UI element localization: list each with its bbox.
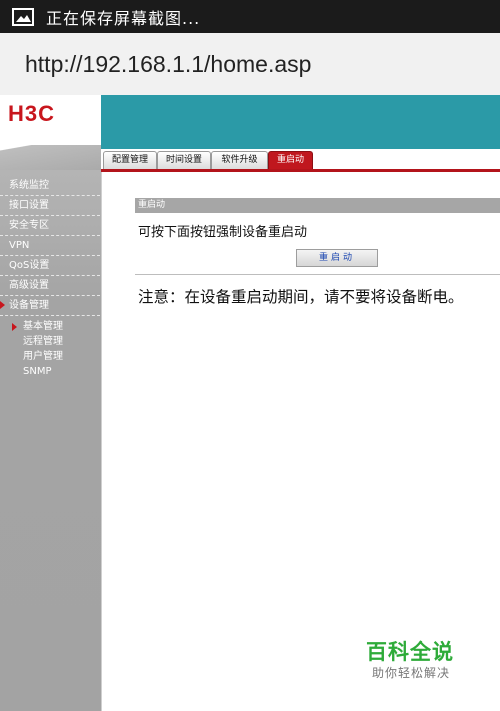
sidebar-item-advanced[interactable]: 高级设置 xyxy=(0,276,100,296)
sidebar-item-qos[interactable]: QoS设置 xyxy=(0,256,100,276)
notice-text: 注意：在设备重启动期间，请不要将设备断电。 xyxy=(138,288,464,306)
watermark-subtitle: 助你轻松解决 xyxy=(372,666,451,680)
status-bar: 正在保存屏幕截图... xyxy=(0,0,500,33)
content-left-border xyxy=(101,172,108,711)
image-icon xyxy=(12,7,34,26)
tab-restart[interactable]: 重启动 xyxy=(268,151,313,169)
logo-area: H3C xyxy=(0,95,101,145)
h3c-logo: H3C xyxy=(8,101,56,126)
sidebar-item-interface-settings[interactable]: 接口设置 xyxy=(0,196,100,216)
sidebar-item-security[interactable]: 安全专区 xyxy=(0,216,100,236)
sidebar-item-system-monitor[interactable]: 系统监控 xyxy=(0,176,100,196)
instruction-text: 可按下面按钮强制设备重启动 xyxy=(138,225,308,240)
sidebar-menu: 系统监控 接口设置 安全专区 VPN QoS设置 高级设置 设备管理 基本管理 … xyxy=(0,176,100,379)
sidebar-subitem-users[interactable]: 用户管理 xyxy=(0,349,100,364)
header-banner xyxy=(101,95,500,149)
tab-config-management[interactable]: 配置管理 xyxy=(103,151,157,169)
watermark-title: 百科全说 xyxy=(366,640,454,664)
url-text[interactable]: http://192.168.1.1/home.asp xyxy=(25,51,311,78)
sidebar-subitem-remote[interactable]: 远程管理 xyxy=(0,334,100,349)
divider xyxy=(135,274,500,275)
tab-time-settings[interactable]: 时间设置 xyxy=(157,151,211,169)
address-bar[interactable]: http://192.168.1.1/home.asp xyxy=(0,33,500,95)
sidebar-submenu: 基本管理 远程管理 用户管理 SNMP xyxy=(0,319,100,379)
tab-bar: 配置管理 时间设置 软件升级 重启动 xyxy=(101,149,500,172)
section-title: 重启动 xyxy=(135,198,500,213)
sidebar-item-vpn[interactable]: VPN xyxy=(0,236,100,256)
status-text: 正在保存屏幕截图... xyxy=(46,8,201,28)
tab-software-upgrade[interactable]: 软件升级 xyxy=(211,151,268,169)
sidebar-subitem-snmp[interactable]: SNMP xyxy=(0,364,100,379)
sidebar-item-device-management[interactable]: 设备管理 xyxy=(0,296,100,316)
sidebar-subitem-basic[interactable]: 基本管理 xyxy=(0,319,100,334)
restart-button[interactable]: 重启动 xyxy=(296,249,378,267)
